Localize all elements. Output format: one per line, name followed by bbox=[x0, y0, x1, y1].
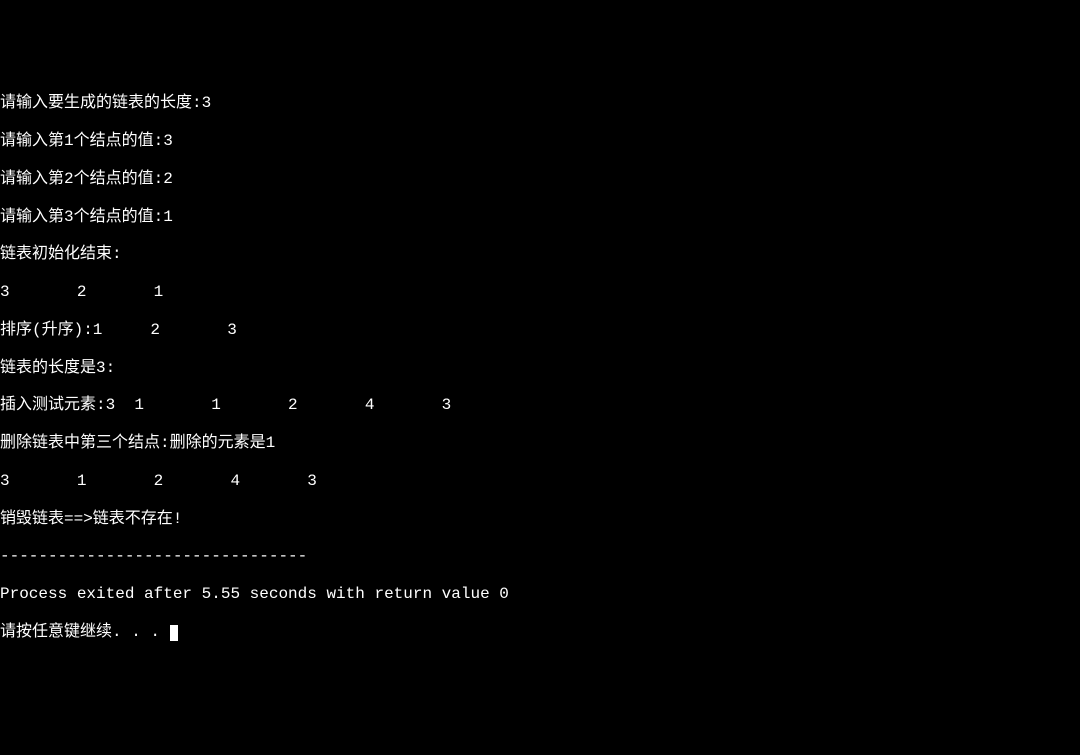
console-line: 链表的长度是3: bbox=[0, 359, 1080, 378]
cursor-icon bbox=[170, 625, 178, 641]
console-line: 请输入第2个结点的值:2 bbox=[0, 170, 1080, 189]
console-line: 排序(升序):1 2 3 bbox=[0, 321, 1080, 340]
console-output[interactable]: 请输入要生成的链表的长度:3 请输入第1个结点的值:3 请输入第2个结点的值:2… bbox=[0, 76, 1080, 661]
console-prompt-text: 请按任意键继续. . . bbox=[0, 623, 170, 641]
console-line: 删除链表中第三个结点:删除的元素是1 bbox=[0, 434, 1080, 453]
console-line: 链表初始化结束: bbox=[0, 245, 1080, 264]
console-line: 请输入要生成的链表的长度:3 bbox=[0, 94, 1080, 113]
console-line: 3 1 2 4 3 bbox=[0, 472, 1080, 491]
console-line: Process exited after 5.55 seconds with r… bbox=[0, 585, 1080, 604]
console-prompt-line: 请按任意键继续. . . bbox=[0, 623, 1080, 642]
console-line: 插入测试元素:3 1 1 2 4 3 bbox=[0, 396, 1080, 415]
console-line: 销毁链表==>链表不存在! bbox=[0, 510, 1080, 529]
console-line: -------------------------------- bbox=[0, 547, 1080, 566]
console-line: 3 2 1 bbox=[0, 283, 1080, 302]
console-line: 请输入第1个结点的值:3 bbox=[0, 132, 1080, 151]
console-line: 请输入第3个结点的值:1 bbox=[0, 208, 1080, 227]
